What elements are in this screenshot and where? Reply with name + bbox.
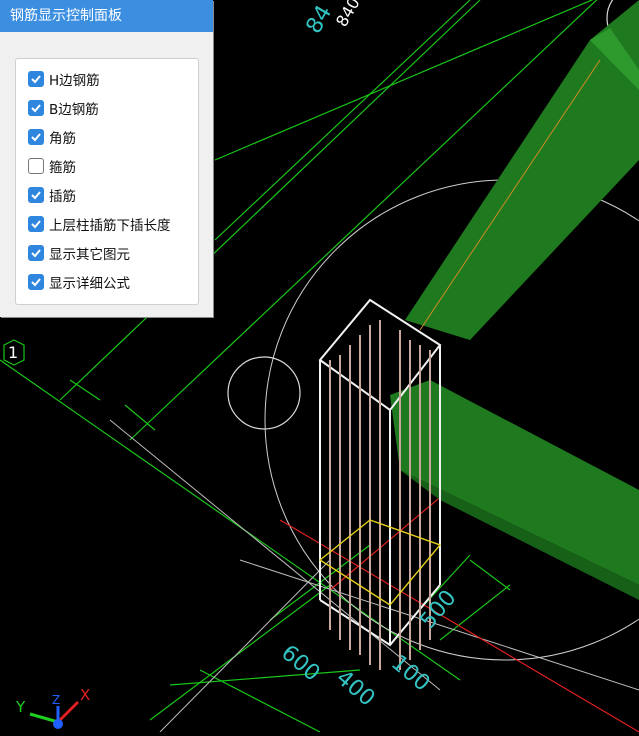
option-label: 显示其它图元 (49, 247, 130, 263)
checkbox-unchecked-icon[interactable] (28, 158, 44, 174)
dim-400: 400 (331, 665, 379, 711)
x-axis-icon (56, 700, 80, 724)
option-label: H边钢筋 (49, 73, 100, 89)
option-label: 角筋 (49, 131, 76, 147)
axis-gizmo: Y X Z (10, 686, 100, 732)
checkbox-checked-icon[interactable] (28, 216, 44, 232)
option-stirrup[interactable]: 箍筋 (28, 156, 76, 176)
axis-x-label: X (80, 686, 90, 704)
y-axis-icon (29, 712, 59, 724)
axis-z-label: Z (52, 693, 60, 707)
checkbox-checked-icon[interactable] (28, 129, 44, 145)
option-label: 插筋 (49, 189, 76, 205)
option-label: 显示详细公式 (49, 276, 130, 292)
dim-top-b: 840 (332, 0, 364, 30)
options-group: H边钢筋 B边钢筋 角筋 箍筋 插筋 上层柱插筋下插长度 显示其它图元 显示详细… (15, 58, 199, 305)
option-dowel[interactable]: 插筋 (28, 185, 76, 205)
option-corner-rebar[interactable]: 角筋 (28, 127, 76, 147)
option-label: 上层柱插筋下插长度 (49, 218, 171, 234)
option-label: 箍筋 (49, 160, 76, 176)
option-label: B边钢筋 (49, 102, 99, 118)
rebar-display-panel: 钢筋显示控制面板 H边钢筋 B边钢筋 角筋 箍筋 插筋 上层柱插筋下插长度 显示… (0, 0, 213, 317)
option-upper-dowel-length[interactable]: 上层柱插筋下插长度 (28, 214, 171, 234)
option-b-rebar[interactable]: B边钢筋 (28, 98, 99, 118)
checkbox-checked-icon[interactable] (28, 100, 44, 116)
panel-title: 钢筋显示控制面板 (0, 0, 213, 32)
option-show-formula[interactable]: 显示详细公式 (28, 272, 130, 292)
grid-marker-label: 1 (8, 343, 18, 362)
checkbox-checked-icon[interactable] (28, 274, 44, 290)
checkbox-checked-icon[interactable] (28, 187, 44, 203)
dim-500: 500 (415, 586, 461, 634)
option-show-other[interactable]: 显示其它图元 (28, 243, 130, 263)
checkbox-checked-icon[interactable] (28, 245, 44, 261)
dim-600: 600 (276, 640, 324, 686)
checkbox-checked-icon[interactable] (28, 71, 44, 87)
option-h-rebar[interactable]: H边钢筋 (28, 69, 100, 89)
axis-y-label: Y (15, 698, 26, 716)
